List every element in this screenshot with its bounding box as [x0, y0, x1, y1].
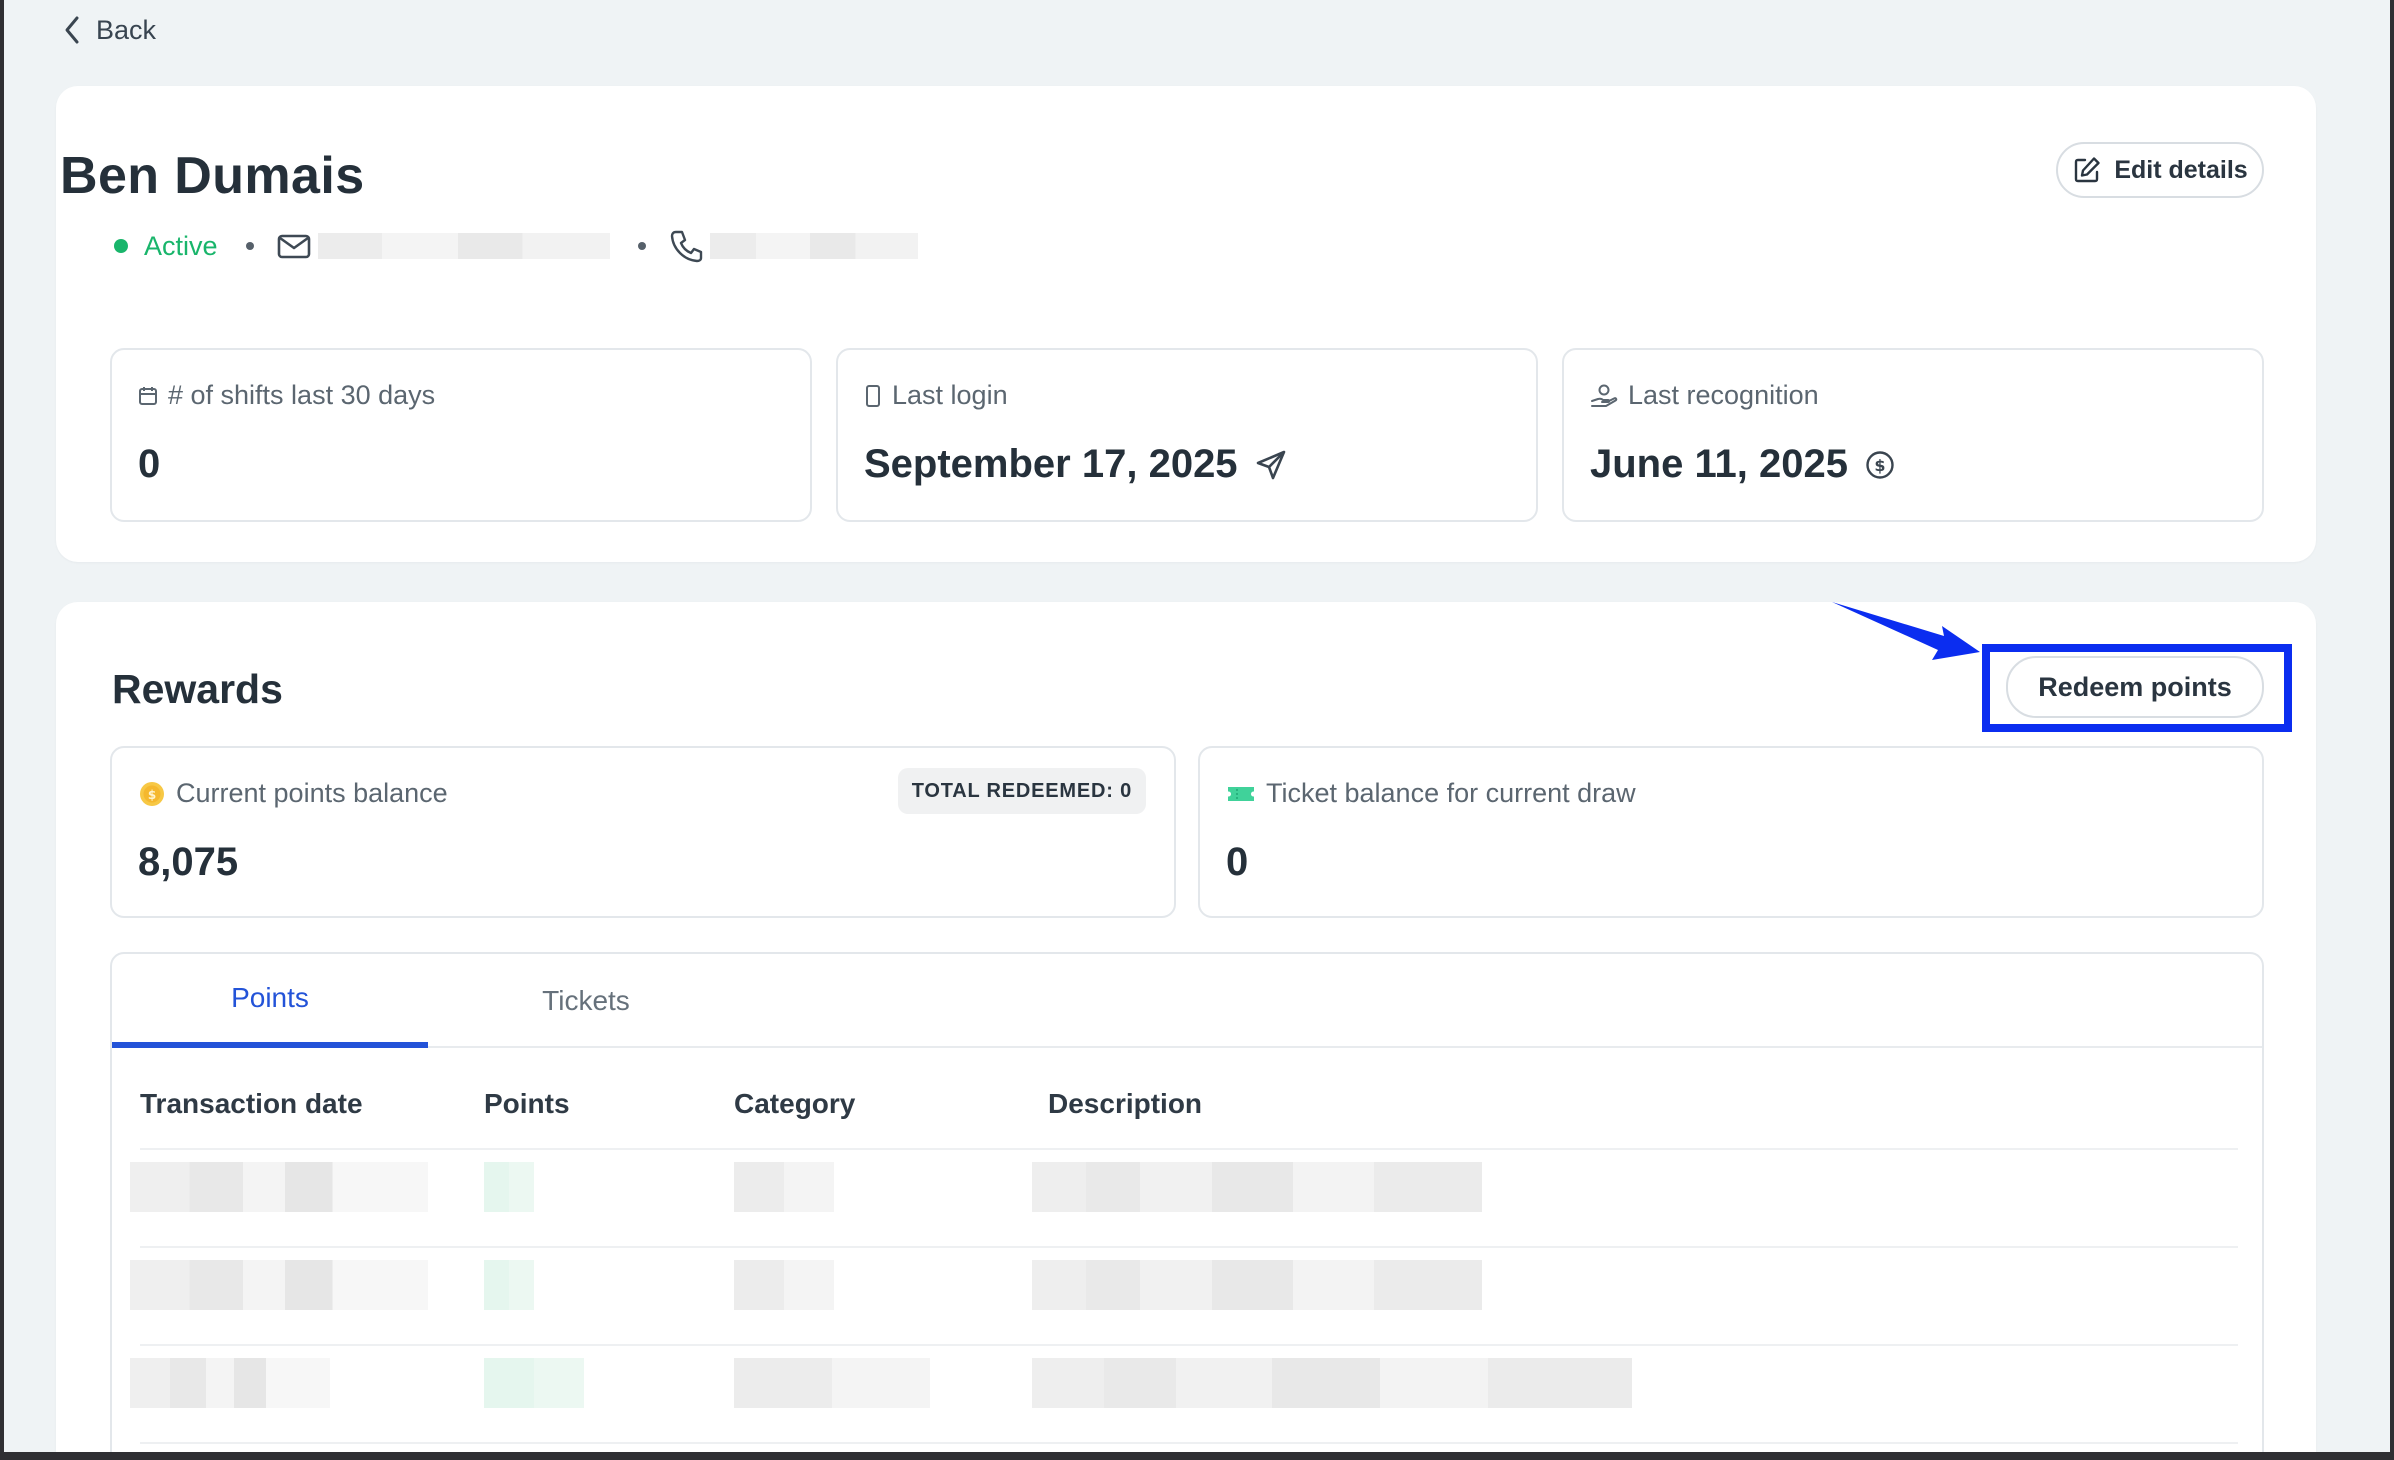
ticket-balance-label-text: Ticket balance for current draw	[1266, 778, 1636, 808]
separator-dot	[637, 242, 646, 250]
redacted-cell	[130, 1162, 428, 1212]
device-icon	[866, 384, 880, 407]
stat-value-last-login: September 17, 2025	[864, 442, 1288, 487]
coin-icon: $	[140, 781, 164, 806]
page-title: Ben Dumais	[60, 147, 365, 205]
stat-value-text: September 17, 2025	[864, 442, 1238, 486]
stat-label-shifts: # of shifts last 30 days	[138, 380, 435, 411]
transactions-panel: Points Tickets Transaction date Points C…	[110, 952, 2264, 1452]
app-viewport: Back Ben Dumais Active Edit details # of…	[4, 0, 2390, 1452]
edit-details-button[interactable]: Edit details	[2056, 142, 2264, 198]
stat-card-last-login: Last login September 17, 2025	[836, 348, 1538, 522]
tab-bar: Points Tickets	[112, 954, 2262, 1048]
redacted-cell	[484, 1260, 534, 1310]
stat-card-shifts: # of shifts last 30 days 0	[110, 348, 812, 522]
points-balance-card: $ Current points balance TOTAL REDEEMED:…	[110, 746, 1176, 918]
points-balance-label-text: Current points balance	[176, 778, 448, 808]
email-redacted	[317, 233, 610, 259]
rewards-title: Rewards	[112, 666, 283, 712]
phone-icon	[670, 230, 702, 263]
redacted-cell	[484, 1162, 534, 1212]
ticket-balance-card: Ticket balance for current draw 0	[1198, 746, 2264, 918]
calendar-icon	[139, 386, 157, 405]
ticket-icon	[1228, 786, 1254, 801]
redacted-cell	[734, 1162, 834, 1212]
row-divider	[140, 1246, 2238, 1248]
table-row[interactable]	[112, 1252, 2262, 1350]
redacted-cell	[130, 1260, 428, 1310]
dollar-circle-icon: $	[1866, 450, 1894, 479]
status-dot	[114, 239, 128, 253]
edit-icon	[2075, 157, 2101, 183]
stat-value-shifts: 0	[138, 442, 160, 487]
redacted-cell	[734, 1260, 834, 1310]
tab-tickets[interactable]: Tickets	[428, 954, 744, 1048]
separator-dot	[245, 242, 254, 250]
points-balance-value-text: 8,075	[138, 840, 239, 884]
points-balance-label: $ Current points balance	[138, 778, 448, 809]
annotation-highlight	[1982, 644, 2292, 732]
column-header-category[interactable]: Category	[734, 1088, 855, 1120]
tab-points[interactable]: Points	[112, 954, 428, 1048]
column-header-description[interactable]: Description	[1048, 1088, 1202, 1120]
column-header-transaction-date[interactable]: Transaction date	[140, 1088, 363, 1120]
redacted-cell	[1032, 1260, 1482, 1310]
stat-value-last-recognition: June 11, 2025 $	[1590, 442, 1896, 487]
points-balance-value: 8,075	[138, 840, 238, 885]
ticket-balance-label: Ticket balance for current draw	[1226, 778, 1636, 809]
stat-label-text: # of shifts last 30 days	[168, 380, 436, 410]
stat-label-text: Last login	[892, 380, 1008, 410]
redacted-cell	[484, 1358, 584, 1408]
back-label: Back	[96, 14, 157, 45]
total-redeemed-badge: TOTAL REDEEMED: 0	[897, 768, 1146, 814]
table-row[interactable]	[112, 1154, 2262, 1252]
edit-details-label: Edit details	[2114, 155, 2248, 184]
svg-text:$: $	[148, 788, 156, 802]
stat-label-last-login: Last login	[864, 380, 1008, 411]
ticket-balance-value: 0	[1226, 840, 1248, 885]
hand-coin-icon	[1591, 384, 1618, 407]
stat-value-text: June 11, 2025	[1590, 442, 1848, 486]
status-badge: Active	[144, 230, 218, 261]
stat-value-text: 0	[138, 442, 161, 486]
stat-card-last-recognition: Last recognition June 11, 2025 $	[1562, 348, 2264, 522]
redacted-cell	[1032, 1358, 1632, 1408]
chevron-left-icon	[65, 16, 79, 44]
redacted-cell	[734, 1358, 930, 1408]
send-icon	[1256, 450, 1285, 479]
phone-redacted	[709, 233, 918, 259]
row-divider	[140, 1148, 2238, 1150]
redacted-cell	[1032, 1162, 1482, 1212]
annotation-arrow-icon	[1832, 602, 1980, 660]
stat-label-text: Last recognition	[1628, 380, 1819, 410]
stat-label-last-recognition: Last recognition	[1590, 380, 1819, 411]
table-row[interactable]	[112, 1350, 2262, 1448]
back-link[interactable]: Back	[62, 10, 156, 50]
contact-row: Active	[114, 226, 918, 266]
column-header-points[interactable]: Points	[484, 1088, 570, 1120]
ticket-balance-value-text: 0	[1226, 840, 1249, 884]
row-divider	[140, 1442, 2238, 1444]
redacted-cell	[130, 1358, 330, 1408]
row-divider	[140, 1344, 2238, 1346]
svg-text:$: $	[1874, 456, 1885, 475]
email-icon	[277, 234, 310, 259]
